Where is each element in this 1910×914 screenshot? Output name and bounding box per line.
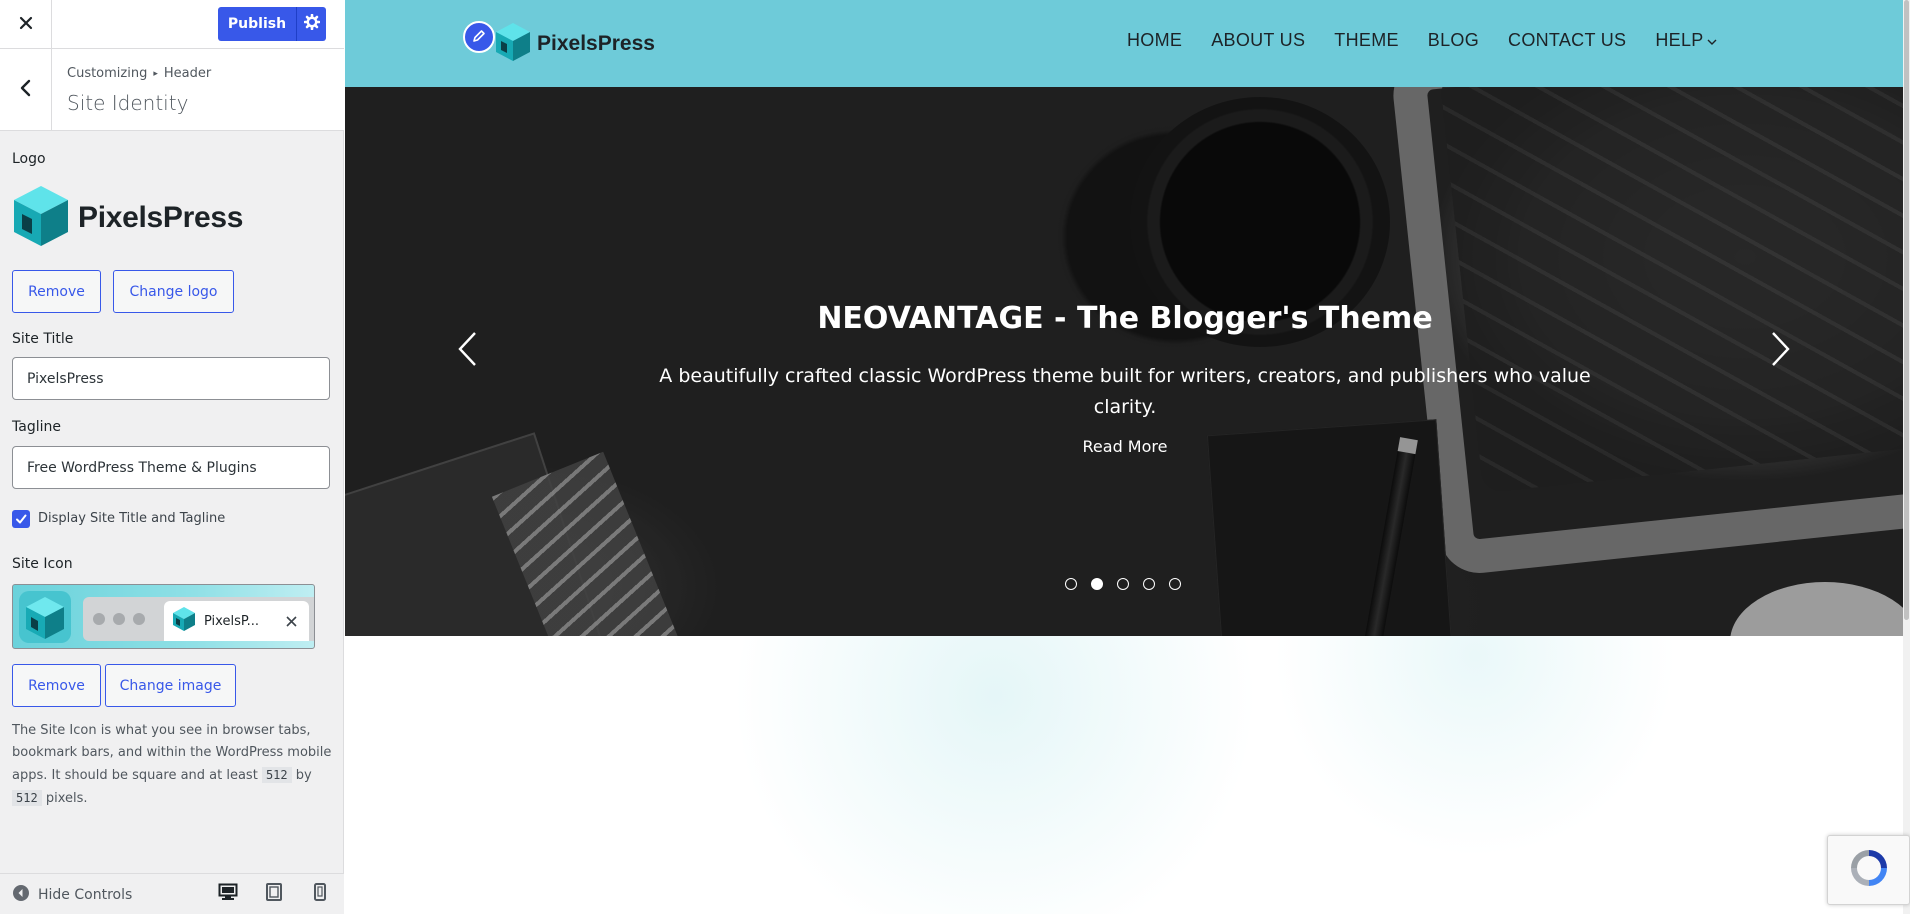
breadcrumb-separator-icon: ▸ (153, 68, 158, 79)
cube-logo-icon (12, 184, 70, 252)
pencil-icon (472, 28, 486, 47)
site-icon-label: Site Icon (12, 556, 73, 572)
slider-dot[interactable] (1091, 578, 1103, 590)
edit-logo-shortcut[interactable] (463, 21, 495, 53)
slider-dot[interactable] (1065, 578, 1077, 590)
close-customizer-button[interactable] (0, 0, 52, 49)
nav-item-help-label: HELP (1655, 30, 1704, 50)
recaptcha-badge[interactable] (1827, 835, 1910, 905)
nav-item-about-us[interactable]: ABOUT US (1211, 30, 1305, 51)
main-nav: HOME ABOUT US THEME BLOG CONTACT US HELP (1127, 30, 1746, 51)
logo-preview-name: PixelsPress (78, 201, 244, 234)
nav-item-theme[interactable]: THEME (1334, 30, 1399, 51)
logo-label: Logo (12, 151, 46, 167)
hide-controls-button[interactable]: Hide Controls (12, 884, 132, 906)
preview-tablet-button[interactable] (262, 882, 286, 906)
favicon-icon (172, 606, 196, 636)
hero-slider: NEOVANTAGE - The Blogger's Theme A beaut… (345, 87, 1910, 636)
app-icon (19, 591, 71, 643)
slider-dot[interactable] (1169, 578, 1181, 590)
hero-title: NEOVANTAGE - The Blogger's Theme (817, 301, 1433, 336)
publish-group: Publish (218, 7, 326, 41)
chevron-right-icon (1769, 331, 1791, 371)
site-logo-name: PixelsPress (537, 32, 655, 55)
tagline-label: Tagline (12, 419, 61, 435)
preview-desktop-button[interactable] (216, 882, 240, 906)
close-icon (286, 612, 297, 631)
slider-next-button[interactable] (1765, 325, 1795, 377)
remove-site-icon-button[interactable]: Remove (12, 664, 101, 707)
display-title-tagline-label[interactable]: Display Site Title and Tagline (38, 511, 225, 526)
customizer-sidebar: Publish Customizing ▸ Header Site Identi… (0, 0, 344, 914)
slider-pagination (1065, 578, 1181, 590)
slider-dot[interactable] (1117, 578, 1129, 590)
back-button[interactable] (0, 49, 52, 131)
hide-controls-label: Hide Controls (38, 887, 133, 903)
nav-item-blog[interactable]: BLOG (1428, 30, 1479, 51)
browser-tab-preview: PixelsP... (164, 601, 309, 641)
chevron-left-icon (19, 79, 33, 101)
mobile-icon (314, 883, 326, 905)
chevron-down-icon (1707, 30, 1717, 51)
display-title-tagline-checkbox[interactable] (12, 510, 30, 528)
tagline-input[interactable] (12, 446, 330, 489)
site-icon-preview: PixelsP... (12, 584, 315, 649)
site-title-label: Site Title (12, 331, 74, 347)
desktop-icon (218, 883, 238, 905)
site-logo[interactable]: PixelsPress (495, 22, 655, 66)
browser-dot-icon (93, 613, 105, 625)
change-site-icon-button[interactable]: Change image (105, 664, 236, 707)
remove-logo-button[interactable]: Remove (12, 270, 101, 313)
recaptcha-icon (1847, 846, 1891, 894)
customizer-footer: Hide Controls (0, 873, 344, 914)
cube-logo-icon (495, 22, 531, 66)
content-area (345, 636, 1910, 914)
gear-icon (303, 13, 320, 34)
logo-preview: PixelsPress (12, 186, 243, 250)
collapse-arrow-icon (12, 884, 30, 906)
hero-subtitle: A beautifully crafted classic WordPress … (659, 365, 1591, 418)
tablet-icon (266, 883, 282, 905)
breadcrumb: Customizing ▸ Header (67, 66, 211, 81)
chevron-left-icon (457, 331, 479, 371)
section-header: Customizing ▸ Header Site Identity (0, 49, 344, 131)
site-icon-description: The Site Icon is what you see in browser… (12, 723, 332, 806)
slider-prev-button[interactable] (453, 325, 483, 377)
nav-item-home[interactable]: HOME (1127, 30, 1182, 51)
customizer-topbar: Publish (0, 0, 344, 49)
publish-button[interactable]: Publish (218, 7, 296, 41)
browser-dot-icon (133, 613, 145, 625)
site-title-input[interactable] (12, 357, 330, 400)
breadcrumb-item: Header (163, 66, 212, 81)
scrollbar-thumb[interactable] (1904, 0, 1909, 620)
nav-item-contact-us[interactable]: CONTACT US (1508, 30, 1626, 51)
preview-mobile-button[interactable] (308, 882, 332, 906)
section-title: Site Identity (67, 91, 189, 115)
breadcrumb-item: Customizing (67, 66, 148, 81)
change-logo-button[interactable]: Change logo (113, 270, 234, 313)
slider-dot[interactable] (1143, 578, 1155, 590)
publish-settings-button[interactable] (296, 7, 326, 41)
close-icon (18, 15, 34, 35)
browser-dot-icon (113, 613, 125, 625)
hero-read-more-link[interactable]: Read More (1083, 437, 1168, 456)
browser-tab-title: PixelsP... (204, 613, 260, 629)
nav-item-help[interactable]: HELP (1655, 30, 1717, 51)
site-preview: PixelsPress HOME ABOUT US THEME BLOG CON… (345, 0, 1910, 914)
checkmark-icon (15, 510, 27, 529)
site-header: PixelsPress HOME ABOUT US THEME BLOG CON… (345, 0, 1910, 87)
